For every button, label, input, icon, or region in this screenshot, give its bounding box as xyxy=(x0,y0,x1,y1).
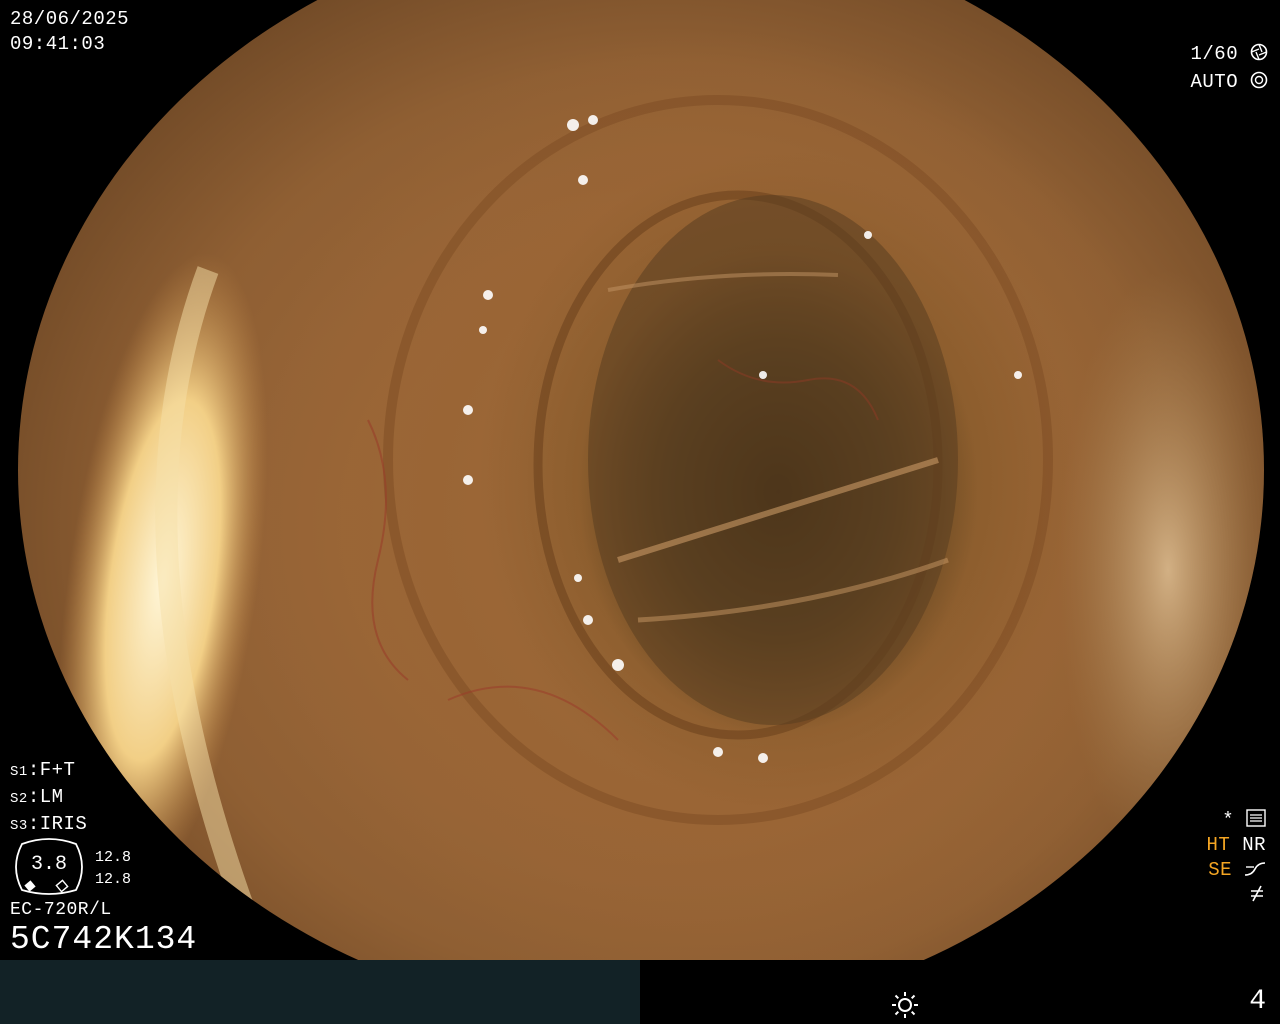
zoom-value: 3.8 xyxy=(30,853,67,876)
ht-text: HT xyxy=(1206,834,1231,856)
asterisk-text: * xyxy=(1222,809,1235,831)
scope-serial: 5C742K134 xyxy=(10,921,198,958)
curve-icon xyxy=(1244,862,1266,876)
enhancement-indicators: * HT NR SE xyxy=(1206,808,1266,908)
mode-s1: S1:F+T xyxy=(10,759,76,781)
exposure-display: 1/60 AUTO xyxy=(1190,40,1268,96)
nr-text: NR xyxy=(1242,834,1266,856)
time-text: 09:41:03 xyxy=(10,33,106,55)
endoscope-image xyxy=(18,0,1264,1020)
colon-lumen-illustration xyxy=(58,95,1264,924)
brightness-icon xyxy=(892,992,918,1018)
not-equal-row xyxy=(1206,883,1266,908)
aperture-icon xyxy=(1250,43,1268,61)
scope-model: EC-720R/L xyxy=(10,900,112,920)
enhance-row: * xyxy=(1206,808,1266,833)
shutter-speed-text: 1/60 xyxy=(1190,43,1239,65)
settings-icon xyxy=(1246,809,1266,827)
mode-list: S1:F+T S2:LM S3:IRIS xyxy=(10,758,87,839)
datetime-display: 28/06/2025 09:41:03 xyxy=(10,7,129,57)
endoscopy-screen: 28/06/2025 09:41:03 1/60 AUTO S1:F+T S2:… xyxy=(0,0,1280,1024)
zoom-number-bottom: 12.8 xyxy=(95,871,132,888)
mode-s2: S2:LM xyxy=(10,786,64,808)
page-number: 4 xyxy=(1249,986,1266,1017)
status-bar-right: 4 xyxy=(640,960,1280,1024)
not-equal-icon xyxy=(1251,885,1263,902)
shutter-row: 1/60 xyxy=(1190,40,1268,68)
iris-mode-text: AUTO xyxy=(1190,71,1239,93)
mode-s3: S3:IRIS xyxy=(10,813,88,835)
status-bar-left xyxy=(0,960,640,1024)
iris-icon xyxy=(1250,71,1268,89)
ht-nr-row: HT NR xyxy=(1206,833,1266,858)
se-text: SE xyxy=(1208,859,1233,881)
zoom-badge: 3.8 xyxy=(12,838,86,895)
iris-row: AUTO xyxy=(1190,68,1268,96)
date-text: 28/06/2025 xyxy=(10,8,130,30)
zoom-numbers: 12.8 12.8 xyxy=(95,847,131,891)
zoom-number-top: 12.8 xyxy=(95,849,132,866)
se-row: SE xyxy=(1206,858,1266,883)
